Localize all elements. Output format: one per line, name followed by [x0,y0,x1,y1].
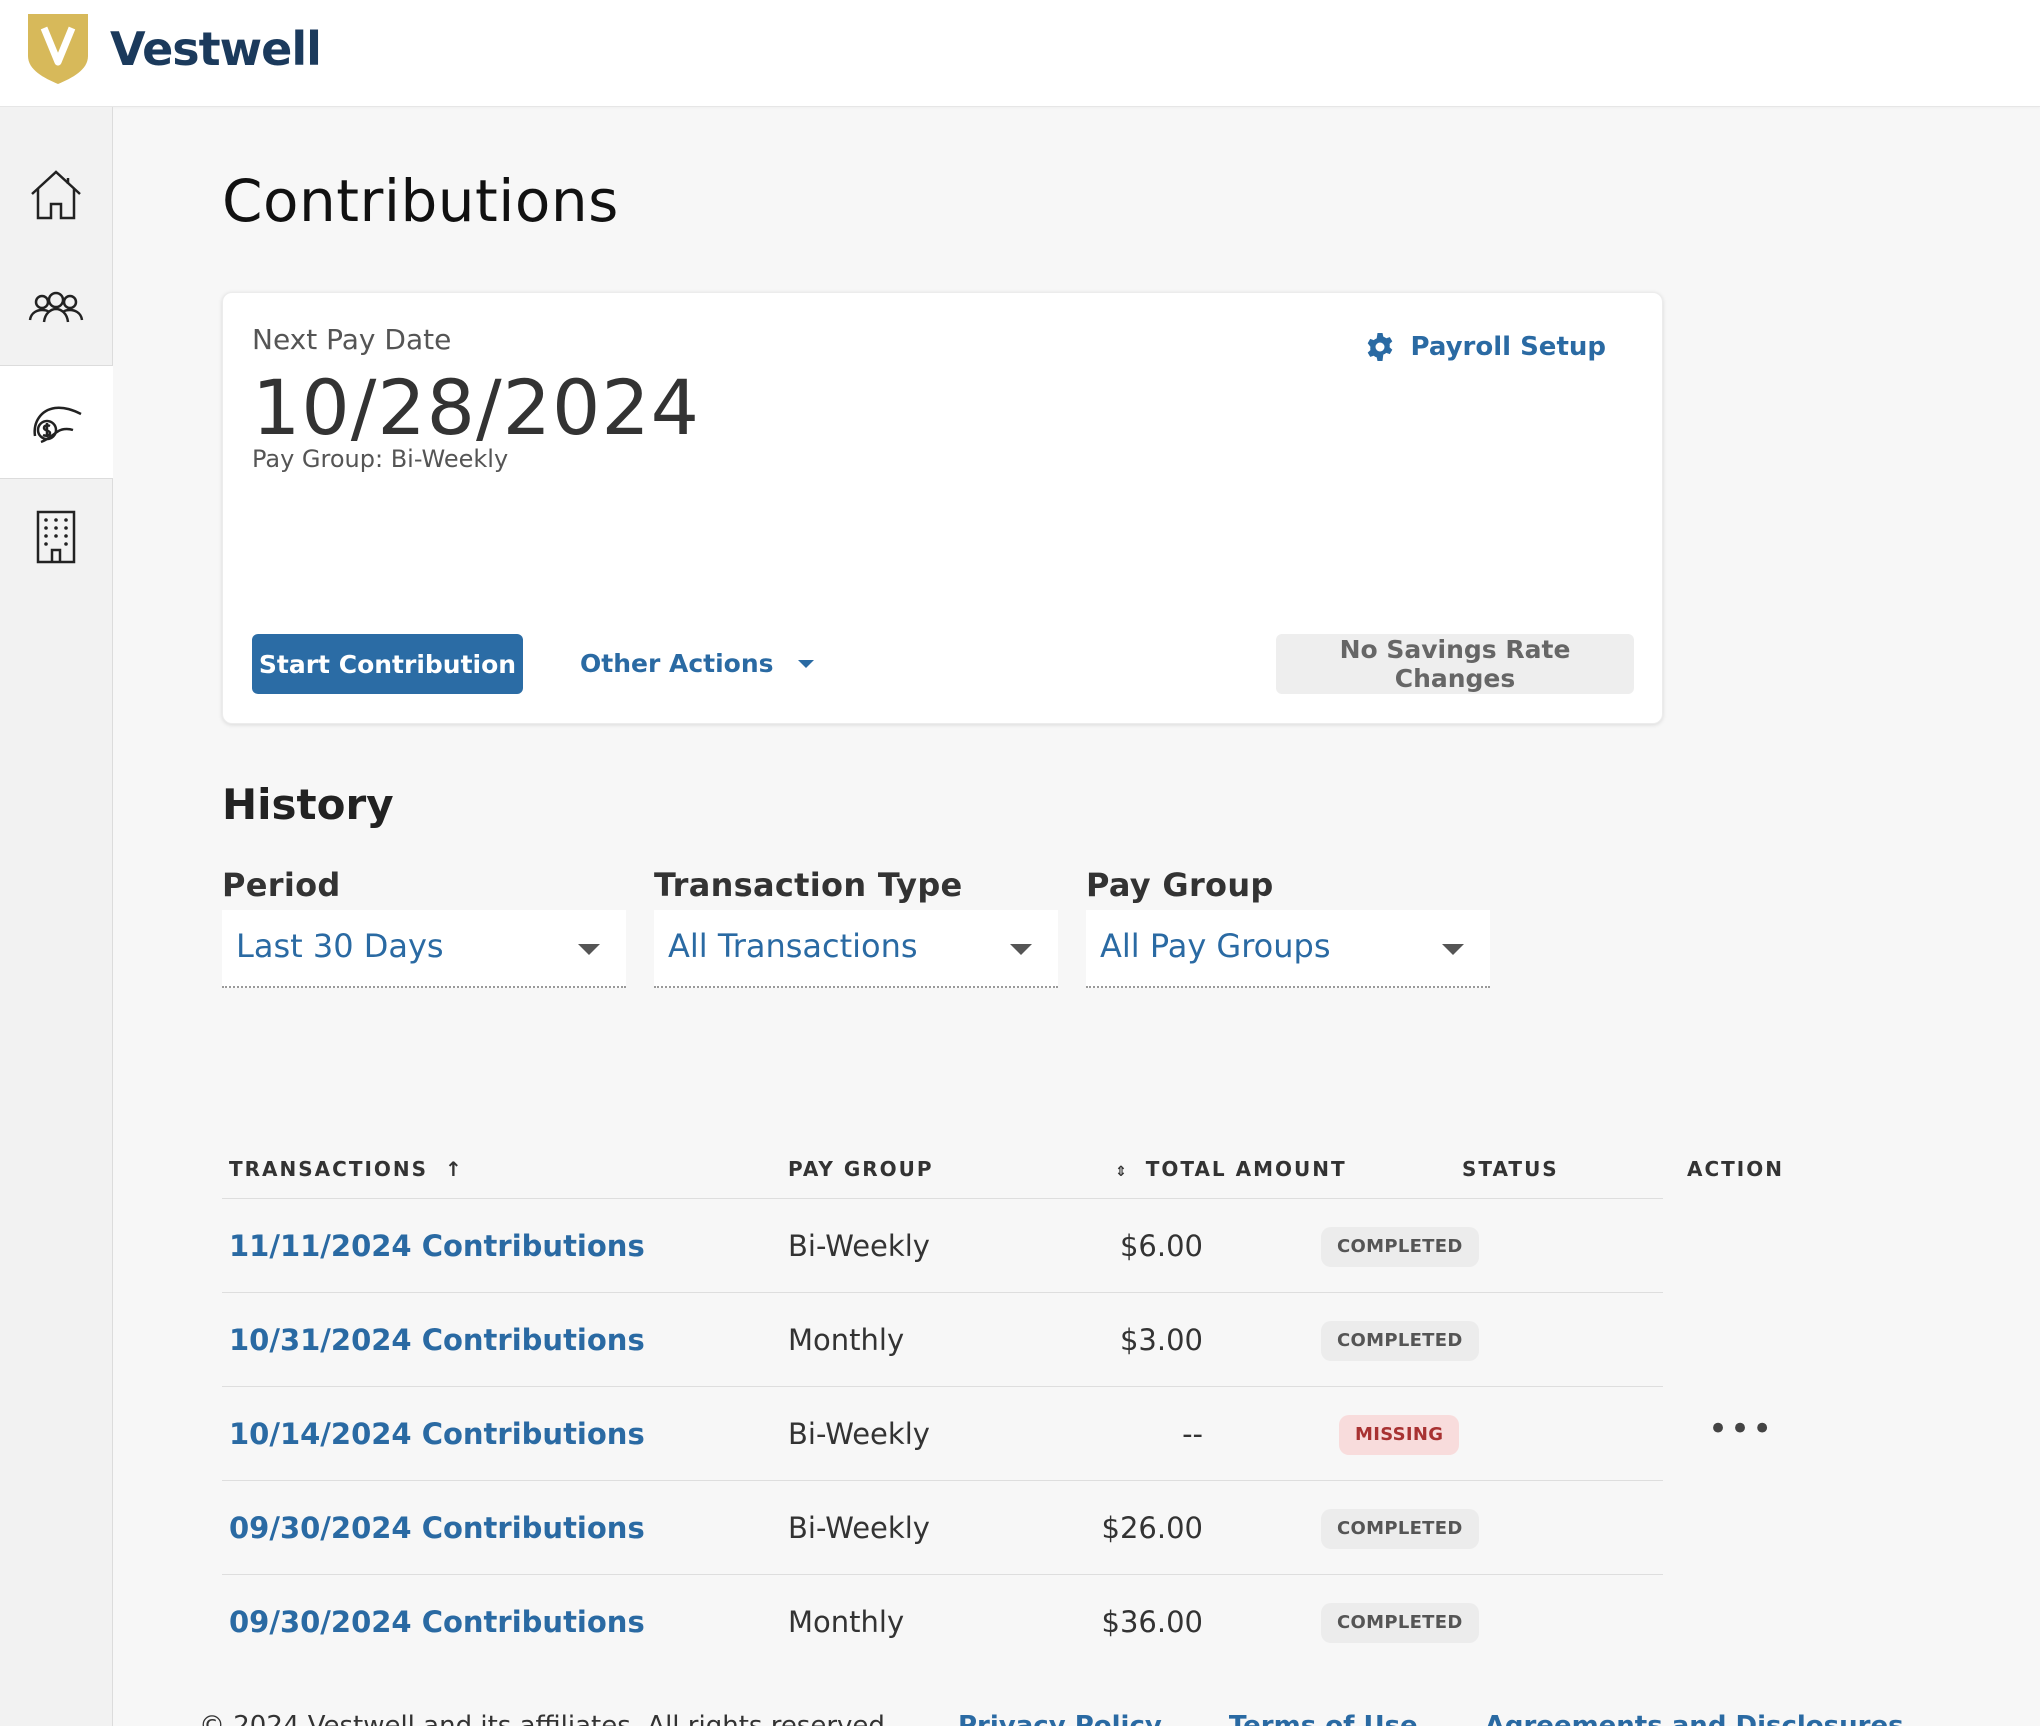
pay-group-filter: Pay Group All Pay Groups [1086,866,1490,988]
col-total-amount-label: TOTAL AMOUNT [1145,1157,1347,1181]
transaction-link[interactable]: 09/30/2024 Contributions [229,1511,645,1545]
copyright-text: © 2024 Vestwell and its affiliates. All … [199,1711,894,1726]
gear-icon [1368,333,1393,361]
col-total-amount[interactable]: ⇕ TOTAL AMOUNT [1115,1157,1347,1181]
row-pay-group: Monthly [788,1605,905,1639]
table-row: 09/30/2024 Contributions Bi-Weekly $26.0… [222,1481,1663,1575]
footer: © 2024 Vestwell and its affiliates. All … [113,1711,2040,1726]
brand-name: Vestwell [110,22,322,76]
people-icon [28,291,84,323]
row-pay-group: Bi-Weekly [788,1511,930,1545]
sidebar-item-home[interactable] [0,137,112,251]
period-select-value: Last 30 Days [236,927,444,965]
status-badge: MISSING [1339,1415,1460,1455]
no-savings-rate-changes-button[interactable]: No Savings Rate Changes [1276,634,1634,694]
footer-links: Privacy Policy Terms of Use Agreements a… [958,1711,1962,1726]
history-heading: History [222,780,394,829]
row-pay-group: Bi-Weekly [788,1229,930,1263]
caret-down-icon [797,659,814,668]
row-amount: $36.00 [1101,1605,1203,1639]
other-actions-label: Other Actions [580,649,774,678]
row-amount: $26.00 [1101,1511,1203,1545]
transaction-type-select[interactable]: All Transactions [654,910,1058,988]
history-table: TRANSACTIONS ↑ PAY GROUP ⇕ TOTAL AMOUNT … [222,1135,1782,1669]
transaction-type-select-value: All Transactions [668,927,918,965]
period-label: Period [222,866,341,904]
status-badge: COMPLETED [1321,1509,1479,1549]
row-amount: $3.00 [1119,1323,1203,1357]
transaction-link[interactable]: 10/14/2024 Contributions [229,1417,645,1451]
chevron-down-icon [1442,944,1464,955]
table-row: 10/31/2024 Contributions Monthly $3.00 C… [222,1293,1663,1387]
terms-of-use-link[interactable]: Terms of Use [1229,1711,1418,1726]
chevron-down-icon [1010,944,1032,955]
vestwell-logo[interactable]: Vestwell [26,12,322,86]
start-contribution-button[interactable]: Start Contribution [252,634,523,694]
hand-coin-icon [32,406,82,444]
transaction-type-filter: Transaction Type All Transactions [654,866,1058,988]
sidebar-item-contributions[interactable] [0,365,113,479]
next-pay-date-value: 10/28/2024 [252,363,701,452]
col-pay-group: PAY GROUP [788,1157,934,1181]
top-bar: Vestwell [0,0,2040,107]
shield-logo-icon [28,14,88,84]
status-badge: COMPLETED [1321,1227,1479,1267]
sort-icon: ⇕ [1115,1164,1129,1180]
sort-up-icon: ↑ [445,1157,464,1181]
col-transactions-label: TRANSACTIONS [229,1157,429,1181]
privacy-policy-link[interactable]: Privacy Policy [958,1711,1162,1726]
payroll-setup-link[interactable]: Payroll Setup [1364,331,1606,363]
pay-group-label: Pay Group [1086,866,1274,904]
transaction-link[interactable]: 10/31/2024 Contributions [229,1323,645,1357]
sidebar-item-people[interactable] [0,251,112,365]
agreements-link[interactable]: Agreements and Disclosures [1485,1711,1904,1726]
status-badge: COMPLETED [1321,1321,1479,1361]
payroll-setup-label: Payroll Setup [1410,332,1606,362]
other-actions-dropdown[interactable]: Other Actions [580,649,814,678]
transaction-type-label: Transaction Type [654,866,963,904]
table-row: 10/14/2024 Contributions Bi-Weekly -- MI… [222,1387,1772,1481]
pay-group-select-value: All Pay Groups [1100,927,1331,965]
home-icon [31,170,81,220]
pay-group-text: Pay Group: Bi-Weekly [252,445,509,473]
transaction-link[interactable]: 09/30/2024 Contributions [229,1605,645,1639]
col-transactions[interactable]: TRANSACTIONS ↑ [229,1157,464,1181]
sidebar-nav [0,107,113,1726]
table-row: 09/30/2024 Contributions Monthly $36.00 … [222,1575,1663,1669]
status-badge: COMPLETED [1321,1603,1479,1643]
row-amount: -- [1182,1417,1203,1451]
page-title: Contributions [222,167,619,235]
period-select[interactable]: Last 30 Days [222,910,626,988]
pay-group-select[interactable]: All Pay Groups [1086,910,1490,988]
main-content: Contributions Next Pay Date 10/28/2024 P… [113,107,2040,1726]
more-actions-icon[interactable]: ••• [1708,1409,1774,1449]
next-pay-card: Next Pay Date 10/28/2024 Pay Group: Bi-W… [222,292,1663,724]
transaction-link[interactable]: 11/11/2024 Contributions [229,1229,645,1263]
row-pay-group: Monthly [788,1323,905,1357]
chevron-down-icon [578,944,600,955]
row-pay-group: Bi-Weekly [788,1417,930,1451]
table-row: 11/11/2024 Contributions Bi-Weekly $6.00… [222,1199,1663,1293]
table-header: TRANSACTIONS ↑ PAY GROUP ⇕ TOTAL AMOUNT … [222,1135,1782,1199]
period-filter: Period Last 30 Days [222,866,626,988]
row-amount: $6.00 [1119,1229,1203,1263]
col-status: STATUS [1462,1157,1559,1181]
col-action: ACTION [1687,1157,1784,1181]
next-pay-date-label: Next Pay Date [252,323,452,356]
sidebar-item-company[interactable] [0,479,112,593]
building-icon [36,510,76,564]
